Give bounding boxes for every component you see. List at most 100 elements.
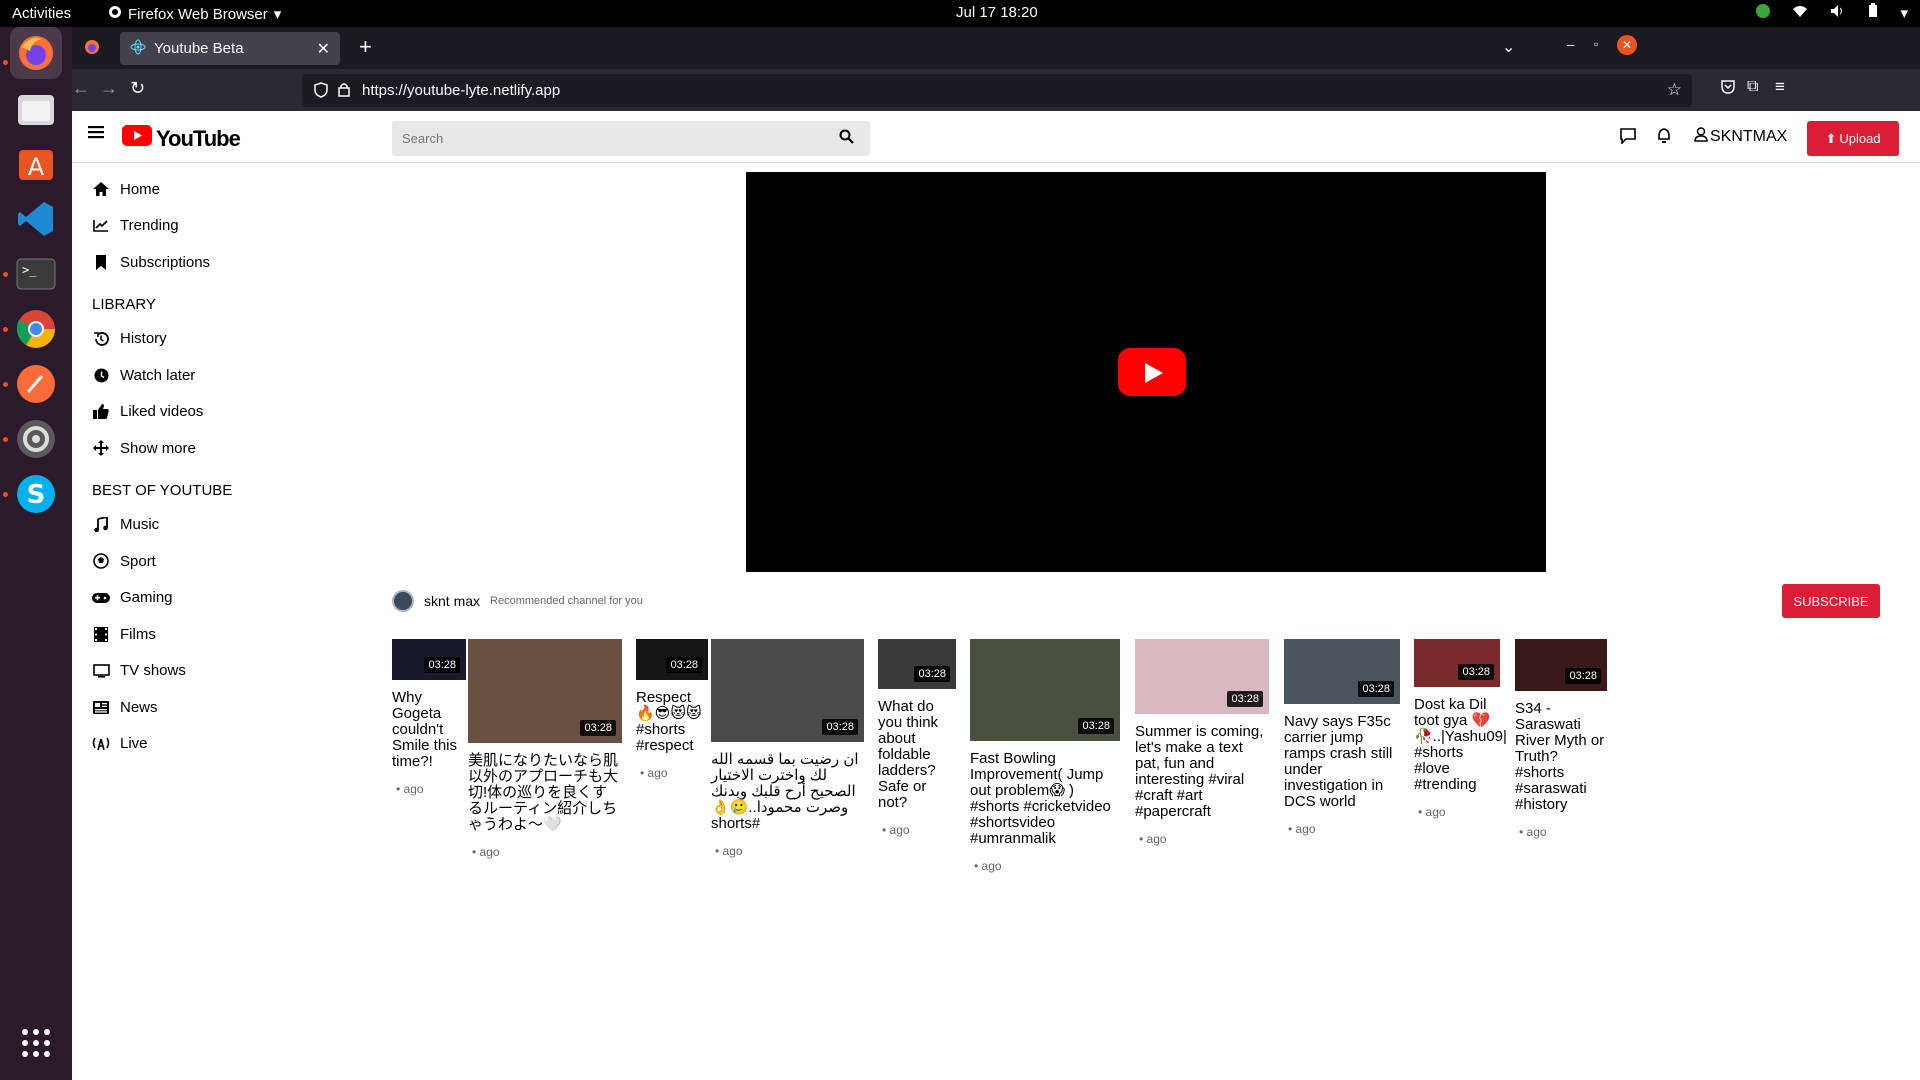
video-thumbnail[interactable]: 03:28 xyxy=(392,639,466,680)
subscribe-button[interactable]: SUBSCRIBE xyxy=(1782,584,1880,618)
sidebar-item-music[interactable]: Music xyxy=(90,507,320,544)
video-card[interactable]: 03:28 Fast Bowling Improvement( Jump out… xyxy=(970,639,1120,873)
video-card[interactable]: 03:28 Navy says F35c carrier jump ramps … xyxy=(1284,639,1400,836)
vscode-dock-icon[interactable] xyxy=(10,193,62,245)
firefox-view-icon[interactable] xyxy=(84,39,100,60)
sidebar-item-liked-videos[interactable]: Liked videos xyxy=(90,394,320,431)
reload-icon[interactable]: ↻ xyxy=(130,78,145,99)
video-thumbnail[interactable]: 03:28 xyxy=(1515,639,1607,691)
video-thumbnail[interactable]: 03:28 xyxy=(468,639,622,743)
sidebar-item-news[interactable]: News xyxy=(90,689,320,726)
chrome-dock-icon[interactable] xyxy=(10,303,62,355)
channel-row: sknt max Recommended channel for you xyxy=(392,590,643,612)
video-card[interactable]: 03:28 Respect 🔥😎😻😻 #shorts #respect • ag… xyxy=(636,639,708,780)
software-center-dock-icon[interactable]: A xyxy=(10,138,62,190)
video-thumbnail[interactable]: 03:28 xyxy=(1135,639,1269,714)
skype-dock-icon[interactable]: S xyxy=(10,468,62,520)
sidebar-item-label: Trending xyxy=(120,217,179,235)
video-card[interactable]: 03:28 Why Gogeta couldn't Smile this tim… xyxy=(392,639,466,796)
sidebar-item-trending[interactable]: Trending xyxy=(90,208,320,245)
back-icon[interactable]: ← xyxy=(72,78,90,99)
postman-dock-icon[interactable] xyxy=(10,358,62,410)
video-thumbnail[interactable]: 03:28 xyxy=(970,639,1120,741)
menu-icon[interactable] xyxy=(88,125,104,144)
channel-avatar[interactable] xyxy=(392,590,414,612)
video-thumbnail[interactable]: 03:28 xyxy=(878,639,956,689)
show-apps-grid-icon[interactable] xyxy=(10,1017,62,1069)
video-title[interactable]: ان رضيت بما قسمه الله لك واخترت الاختيار… xyxy=(711,752,864,832)
app-menu[interactable]: Firefox Web Browser ▾ xyxy=(108,5,281,23)
sidebar-item-tv-shows[interactable]: TV shows xyxy=(90,653,320,690)
video-title[interactable]: Respect 🔥😎😻😻 #shorts #respect xyxy=(636,690,708,754)
tab-youtube-beta[interactable]: Youtube Beta ✕ xyxy=(120,32,340,65)
video-title[interactable]: Dost ka Dil toot gya 💔🥀..|Yashu09| #shor… xyxy=(1414,697,1507,793)
video-card[interactable]: 03:28 ان رضيت بما قسمه الله لك واخترت ال… xyxy=(711,639,864,858)
bookmark-star-icon[interactable]: ☆ xyxy=(1667,80,1682,100)
menu-hamburger-icon[interactable]: ≡ xyxy=(1775,77,1785,97)
files-dock-icon[interactable] xyxy=(10,83,62,135)
forward-icon[interactable]: → xyxy=(100,78,118,99)
video-card[interactable]: 03:28 美肌になりたいなら肌以外のアプローチも大切!体の巡りを良くするルーテ… xyxy=(468,639,622,859)
sidebar-item-home[interactable]: Home xyxy=(90,171,320,208)
sidebar-item-gaming[interactable]: Gaming xyxy=(90,580,320,617)
message-icon[interactable] xyxy=(1620,128,1636,149)
video-thumbnail[interactable]: 03:28 xyxy=(1284,639,1400,704)
close-window-icon[interactable]: ✕ xyxy=(1617,35,1637,55)
video-title[interactable]: Fast Bowling Improvement( Jump out probl… xyxy=(970,751,1120,847)
user-icon xyxy=(1694,127,1708,147)
sidebar-item-label: TV shows xyxy=(120,662,186,680)
upload-button[interactable]: ⬆ Upload xyxy=(1807,121,1899,156)
clock[interactable]: Jul 17 18:20 xyxy=(956,4,1038,21)
list-all-tabs-icon[interactable]: ⌄ xyxy=(1502,37,1515,57)
video-card[interactable]: 03:28 S34 - Saraswati River Myth or Trut… xyxy=(1515,639,1607,839)
activities-button[interactable]: Activities xyxy=(12,5,71,22)
video-duration: 03:28 xyxy=(1458,664,1494,680)
close-tab-icon[interactable]: ✕ xyxy=(317,39,330,59)
play-button-icon[interactable] xyxy=(1118,348,1186,396)
video-card[interactable]: 03:28 Summer is coming, let's make a tex… xyxy=(1135,639,1269,846)
video-thumbnail[interactable]: 03:28 xyxy=(636,639,708,680)
url-bar[interactable]: https://youtube-lyte.netlify.app ☆ xyxy=(302,74,1692,107)
firefox-dock-icon[interactable] xyxy=(10,27,62,79)
video-title[interactable]: Why Gogeta couldn't Smile this time?! xyxy=(392,690,466,770)
running-indicator xyxy=(3,492,8,497)
settings-dock-icon[interactable] xyxy=(10,413,62,465)
user-account[interactable]: SKNTMAX xyxy=(1694,127,1787,147)
firefox-icon xyxy=(108,5,122,23)
sidebar-item-subscriptions[interactable]: Subscriptions xyxy=(90,244,320,281)
video-meta: • ago xyxy=(1519,825,1547,839)
youtube-logo[interactable]: YouTube xyxy=(122,125,241,152)
video-title[interactable]: 美肌になりたいなら肌以外のアプローチも大切!体の巡りを良くするルーティン紹介しち… xyxy=(468,753,622,833)
video-card[interactable]: 03:28 What do you think about foldable l… xyxy=(878,639,956,837)
maximize-icon[interactable]: ▫ xyxy=(1594,37,1598,51)
sidebar-item-history[interactable]: History xyxy=(90,321,320,358)
search-input[interactable] xyxy=(392,121,822,156)
sidebar-item-watch-later[interactable]: Watch later xyxy=(90,357,320,394)
video-title[interactable]: What do you think about foldable ladders… xyxy=(878,699,956,811)
video-thumbnail[interactable]: 03:28 xyxy=(1414,639,1500,687)
video-player[interactable] xyxy=(746,172,1546,572)
terminal-dock-icon[interactable]: >_ xyxy=(10,248,62,300)
lock-icon[interactable] xyxy=(338,82,350,101)
pocket-icon[interactable] xyxy=(1720,79,1736,100)
shield-icon[interactable] xyxy=(314,82,328,102)
video-title[interactable]: Summer is coming, let's make a text pat,… xyxy=(1135,724,1269,820)
video-title[interactable]: Navy says F35c carrier jump ramps crash … xyxy=(1284,714,1400,810)
app-name: Firefox Web Browser xyxy=(128,5,268,23)
channel-name[interactable]: sknt max xyxy=(424,593,480,609)
extensions-icon[interactable]: ⧉ xyxy=(1747,78,1758,96)
video-title[interactable]: S34 - Saraswati River Myth or Truth? #sh… xyxy=(1515,701,1607,813)
system-tray[interactable]: ▾ xyxy=(1756,3,1908,22)
video-card[interactable]: 03:28 Dost ka Dil toot gya 💔🥀..|Yashu09|… xyxy=(1414,639,1507,819)
video-thumbnail[interactable]: 03:28 xyxy=(711,639,864,742)
search-icon[interactable] xyxy=(839,129,854,149)
upload-label: Upload xyxy=(1839,131,1881,146)
minimize-icon[interactable]: – xyxy=(1567,37,1574,52)
sidebar-item-live[interactable]: Live xyxy=(90,726,320,763)
sidebar-item-show-more[interactable]: Show more xyxy=(90,430,320,467)
sidebar-item-films[interactable]: Films xyxy=(90,616,320,653)
video-meta: • ago xyxy=(396,782,424,796)
notifications-bell-icon[interactable] xyxy=(1657,128,1671,149)
new-tab-icon[interactable]: + xyxy=(359,34,372,60)
sidebar-item-sport[interactable]: Sport xyxy=(90,543,320,580)
